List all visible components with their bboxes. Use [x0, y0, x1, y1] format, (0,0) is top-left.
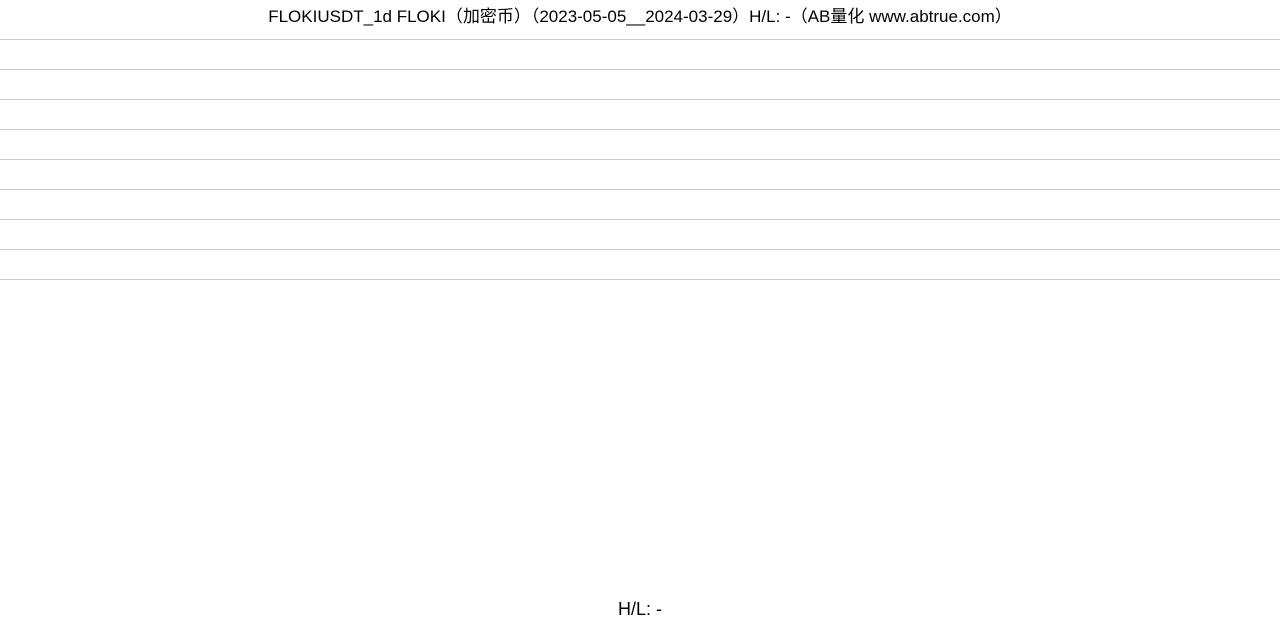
gridline [0, 279, 1280, 280]
gridline [0, 249, 1280, 250]
gridline [0, 99, 1280, 100]
gridline [0, 219, 1280, 220]
gridline [0, 189, 1280, 190]
chart-gridlines [0, 0, 1280, 600]
gridline [0, 159, 1280, 160]
footer-label: H/L: - [0, 599, 1280, 620]
gridline [0, 129, 1280, 130]
gridline [0, 69, 1280, 70]
gridline [0, 39, 1280, 40]
